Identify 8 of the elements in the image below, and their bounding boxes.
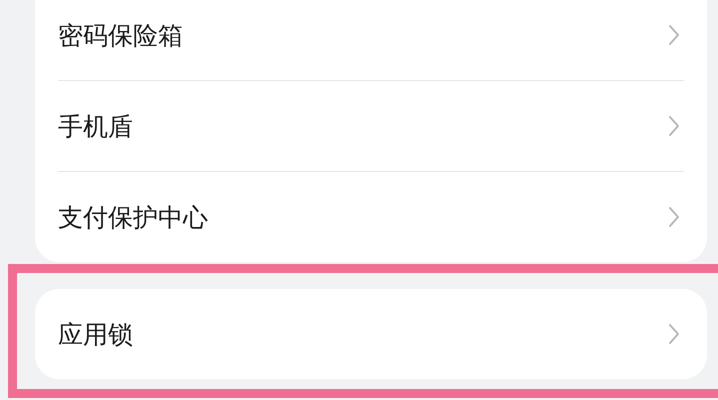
chevron-right-icon: [668, 323, 680, 345]
settings-item[interactable]: 密码保险箱: [58, 0, 684, 80]
settings-item[interactable]: 应用锁: [58, 289, 684, 379]
settings-item[interactable]: 支付保护中心: [58, 172, 684, 262]
chevron-right-icon: [668, 115, 680, 137]
chevron-right-icon: [668, 24, 680, 46]
chevron-right-icon: [668, 206, 680, 228]
settings-item[interactable]: 手机盾: [58, 81, 684, 171]
